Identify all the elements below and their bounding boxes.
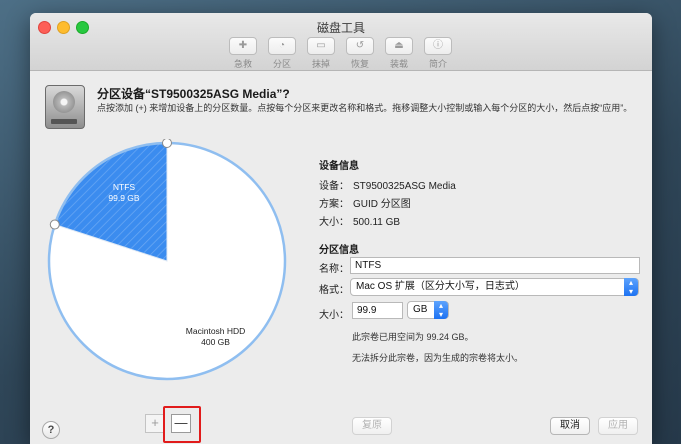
- format-label: 格式：: [319, 285, 349, 296]
- revert-button[interactable]: 复原: [352, 417, 392, 435]
- toolbar-stethoscope-button[interactable]: ✚ 急救: [229, 37, 257, 70]
- toolbar-label: 分区: [272, 59, 291, 69]
- stethoscope-icon: ✚: [229, 37, 257, 55]
- toolbar-info-button[interactable]: ⓘ 简介: [424, 37, 452, 70]
- resize-handle[interactable]: [49, 219, 60, 230]
- device-info-key: 大小：: [319, 217, 349, 228]
- title-bar: 磁盘工具 ✚ 急救 ◔ 分区 ▭ 抹掉 ↺ 恢复 ⏏ 装载 ⓘ 简介: [30, 13, 652, 71]
- resize-handle[interactable]: [162, 139, 172, 148]
- pie-label-name: Macintosh HDD: [186, 326, 246, 336]
- hard-drive-icon: [45, 85, 85, 129]
- toolbar-label: 简介: [428, 59, 447, 69]
- chevron-up-down-icon: ▴ ▾: [434, 301, 448, 319]
- pie-label-size: 99.9 GB: [108, 193, 140, 203]
- erase-icon: ▭: [307, 37, 335, 55]
- mount-icon: ⏏: [385, 37, 413, 55]
- toolbar-partition-button[interactable]: ◔ 分区: [268, 37, 296, 70]
- toolbar: ✚ 急救 ◔ 分区 ▭ 抹掉 ↺ 恢复 ⏏ 装载 ⓘ 简介: [229, 37, 452, 70]
- apply-button[interactable]: 应用: [598, 417, 638, 435]
- size-label: 大小：: [319, 310, 349, 321]
- device-info-row: 方案： GUID 分区图: [319, 195, 411, 210]
- pie-label-name: NTFS: [113, 182, 136, 192]
- disk-utility-window: 磁盘工具 ✚ 急救 ◔ 分区 ▭ 抹掉 ↺ 恢复 ⏏ 装载 ⓘ 简介 分区设备“ST9500325AS…: [30, 13, 652, 444]
- toolbar-label: 恢复: [350, 59, 369, 69]
- device-info-row: 大小： 500.11 GB: [319, 213, 400, 228]
- partition-size-field[interactable]: 99.9: [352, 302, 403, 319]
- partition-info-heading: 分区信息: [319, 245, 359, 256]
- format-select[interactable]: Mac OS 扩展（区分大小写，日志式） ▴ ▾: [350, 278, 639, 296]
- device-info-key: 方案：: [319, 199, 349, 210]
- device-info-heading: 设备信息: [319, 161, 359, 172]
- device-info-row: 设备： ST9500325ASG Media: [319, 177, 456, 192]
- highlight-annotation-box: [163, 406, 201, 443]
- device-info-value: ST9500325ASG Media: [353, 181, 456, 192]
- device-info-value: GUID 分区图: [353, 199, 411, 210]
- partition-icon: ◔: [268, 37, 296, 55]
- toolbar-label: 抹掉: [311, 59, 330, 69]
- toolbar-label: 装载: [389, 59, 408, 69]
- toolbar-label: 急救: [233, 59, 252, 69]
- toolbar-mount-button[interactable]: ⏏ 装载: [385, 37, 413, 70]
- size-unit-value: GB: [413, 304, 428, 315]
- window-title: 磁盘工具: [316, 21, 365, 35]
- partition-sheet: 分区设备“ST9500325ASG Media”? 点按添加 (+) 来增加设备…: [30, 71, 652, 444]
- chevron-up-down-icon: ▴ ▾: [624, 278, 638, 296]
- sheet-title: 分区设备“ST9500325ASG Media”?: [97, 87, 290, 101]
- device-info-key: 设备：: [319, 181, 349, 192]
- split-warning-note: 无法拆分此宗卷，因为生成的宗卷将太小。: [352, 353, 524, 363]
- device-info-value: 500.11 GB: [353, 217, 401, 228]
- format-value: Mac OS 扩展（区分大小写，日志式）: [356, 281, 525, 292]
- toolbar-restore-button[interactable]: ↺ 恢复: [346, 37, 374, 70]
- partition-name-field[interactable]: NTFS: [350, 257, 640, 274]
- size-unit-select[interactable]: GB ▴ ▾: [407, 301, 449, 319]
- sheet-description: 点按添加 (+) 来增加设备上的分区数量。点按每个分区来更改名称和格式。拖移调整…: [97, 103, 633, 113]
- help-button[interactable]: ?: [42, 421, 60, 439]
- restore-icon: ↺: [346, 37, 374, 55]
- used-space-note: 此宗卷已用空间为 99.24 GB。: [352, 332, 474, 342]
- name-label: 名称：: [319, 264, 349, 275]
- info-icon: ⓘ: [424, 37, 452, 55]
- toolbar-erase-button[interactable]: ▭ 抹掉: [307, 37, 335, 70]
- pie-label-size: 400 GB: [201, 337, 230, 347]
- add-partition-button[interactable]: +: [145, 414, 165, 433]
- cancel-button[interactable]: 取消: [550, 417, 590, 435]
- partition-pie-chart[interactable]: NTFS99.9 GB Macintosh HDD400 GB: [45, 139, 289, 383]
